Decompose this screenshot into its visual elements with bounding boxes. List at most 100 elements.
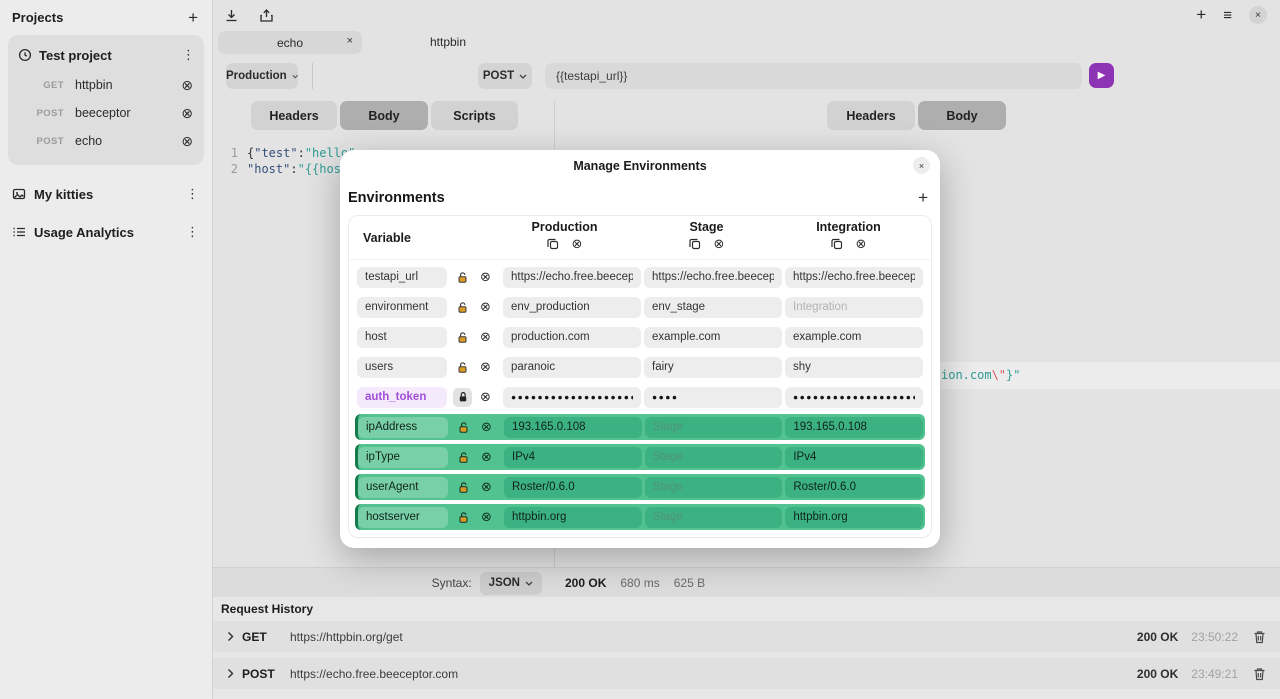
stage-value-input[interactable] <box>644 357 782 378</box>
sidebar-item-httpbin[interactable]: GET httpbin ⊗ <box>8 71 204 99</box>
trash-icon[interactable] <box>1253 667 1266 681</box>
production-value-input[interactable] <box>503 297 641 318</box>
menu-icon[interactable]: ≡ <box>1223 7 1232 24</box>
lock-open-icon[interactable] <box>453 358 472 377</box>
lock-open-icon[interactable] <box>453 328 472 347</box>
send-request-button[interactable]: ▶ <box>1089 63 1114 88</box>
integration-value-input[interactable] <box>785 417 923 438</box>
production-value-input[interactable] <box>504 417 642 438</box>
add-environment-button[interactable]: + <box>918 191 928 205</box>
stage-value-input[interactable] <box>644 327 782 348</box>
remove-request-icon[interactable]: ⊗ <box>181 78 193 92</box>
variable-name-input[interactable] <box>357 297 447 318</box>
new-request-button[interactable]: + <box>1196 8 1206 22</box>
stage-value-input[interactable] <box>644 387 782 408</box>
url-input[interactable] <box>545 63 1082 89</box>
section-menu-icon[interactable]: ⋮ <box>186 186 198 202</box>
play-icon: ▶ <box>1098 70 1106 81</box>
lock-closed-icon[interactable] <box>453 388 472 407</box>
tab-response-body[interactable]: Body <box>918 101 1006 130</box>
remove-request-icon[interactable]: ⊗ <box>181 134 193 148</box>
integration-value-input[interactable] <box>785 507 923 528</box>
sidebar-item-usage-analytics[interactable]: Usage Analytics ⋮ <box>0 213 212 251</box>
integration-value-input[interactable] <box>785 357 923 378</box>
integration-value-input[interactable] <box>785 327 923 348</box>
remove-variable-icon[interactable]: ⊗ <box>479 480 494 494</box>
remove-variable-icon[interactable]: ⊗ <box>478 300 493 314</box>
project-menu-icon[interactable]: ⋮ <box>182 47 194 63</box>
remove-variable-icon[interactable]: ⊗ <box>478 270 493 284</box>
method-dropdown[interactable]: POST <box>478 63 532 89</box>
stage-value-input[interactable] <box>645 417 783 438</box>
trash-icon[interactable] <box>1253 630 1266 644</box>
close-tab-icon[interactable]: × <box>347 35 353 47</box>
delete-environment-icon[interactable]: ⊗ <box>714 237 725 251</box>
remove-variable-icon[interactable]: ⊗ <box>479 450 494 464</box>
stage-value-input[interactable] <box>645 447 783 468</box>
stage-value-input[interactable] <box>644 267 782 288</box>
lock-open-icon[interactable] <box>453 298 472 317</box>
production-value-input[interactable] <box>503 327 641 348</box>
production-value-input[interactable] <box>503 267 641 288</box>
remove-variable-icon[interactable]: ⊗ <box>479 510 494 524</box>
production-value-input[interactable] <box>503 357 641 378</box>
duplicate-environment-icon[interactable] <box>689 238 701 250</box>
variable-name-input[interactable] <box>357 357 447 378</box>
tab-request-body[interactable]: Body <box>340 101 428 130</box>
import-icon[interactable] <box>224 8 239 23</box>
variable-name-input[interactable] <box>357 387 447 408</box>
lock-open-icon[interactable] <box>453 268 472 287</box>
integration-value-input[interactable] <box>785 447 923 468</box>
syntax-dropdown[interactable]: JSON <box>480 572 542 595</box>
tab-request-headers[interactable]: Headers <box>251 101 337 130</box>
project-header[interactable]: Test project ⋮ <box>8 41 204 71</box>
lock-open-icon[interactable] <box>454 478 473 497</box>
variable-name-input[interactable] <box>358 477 448 498</box>
production-value-input[interactable] <box>503 387 641 408</box>
integration-value-input[interactable] <box>785 477 923 498</box>
stage-value-input[interactable] <box>644 297 782 318</box>
remove-request-icon[interactable]: ⊗ <box>181 106 193 120</box>
stage-value-input[interactable] <box>645 507 783 528</box>
history-row[interactable]: POST https://echo.free.beeceptor.com 200… <box>213 658 1280 689</box>
integration-value-input[interactable] <box>785 297 923 318</box>
tab-httpbin[interactable]: httpbin <box>408 31 488 54</box>
variable-name-input[interactable] <box>358 417 448 438</box>
lock-open-icon[interactable] <box>454 418 473 437</box>
duplicate-environment-icon[interactable] <box>547 238 559 250</box>
environment-dropdown[interactable]: Production <box>226 63 298 89</box>
close-window-button[interactable]: × <box>1249 6 1267 24</box>
tab-response-headers[interactable]: Headers <box>827 101 915 130</box>
export-icon[interactable] <box>259 8 274 23</box>
remove-variable-icon[interactable]: ⊗ <box>479 420 494 434</box>
remove-variable-icon[interactable]: ⊗ <box>478 360 493 374</box>
sidebar-item-beeceptor[interactable]: POST beeceptor ⊗ <box>8 99 204 127</box>
sidebar-item-echo[interactable]: POST echo ⊗ <box>8 127 204 155</box>
chevron-right-icon[interactable] <box>226 668 235 679</box>
variable-name-input[interactable] <box>358 507 448 528</box>
add-project-button[interactable]: + <box>188 11 198 25</box>
production-value-input[interactable] <box>504 447 642 468</box>
variable-name-input[interactable] <box>358 447 448 468</box>
duplicate-environment-icon[interactable] <box>831 238 843 250</box>
sidebar-item-my-kitties[interactable]: My kitties ⋮ <box>0 175 212 213</box>
integration-value-input[interactable] <box>785 387 923 408</box>
history-row[interactable]: GET https://httpbin.org/get 200 OK 23:50… <box>213 621 1280 652</box>
variable-name-input[interactable] <box>357 327 447 348</box>
close-modal-button[interactable]: × <box>913 157 930 174</box>
lock-open-icon[interactable] <box>454 508 473 527</box>
variable-name-input[interactable] <box>357 267 447 288</box>
chevron-right-icon[interactable] <box>226 631 235 642</box>
stage-value-input[interactable] <box>645 477 783 498</box>
production-value-input[interactable] <box>504 477 642 498</box>
remove-variable-icon[interactable]: ⊗ <box>478 390 493 404</box>
lock-open-icon[interactable] <box>454 448 473 467</box>
tab-request-scripts[interactable]: Scripts <box>431 101 518 130</box>
production-value-input[interactable] <box>504 507 642 528</box>
section-menu-icon[interactable]: ⋮ <box>186 224 198 240</box>
delete-environment-icon[interactable]: ⊗ <box>856 237 867 251</box>
integration-value-input[interactable] <box>785 267 923 288</box>
tab-echo[interactable]: echo × <box>218 31 362 54</box>
delete-environment-icon[interactable]: ⊗ <box>572 237 583 251</box>
remove-variable-icon[interactable]: ⊗ <box>478 330 493 344</box>
